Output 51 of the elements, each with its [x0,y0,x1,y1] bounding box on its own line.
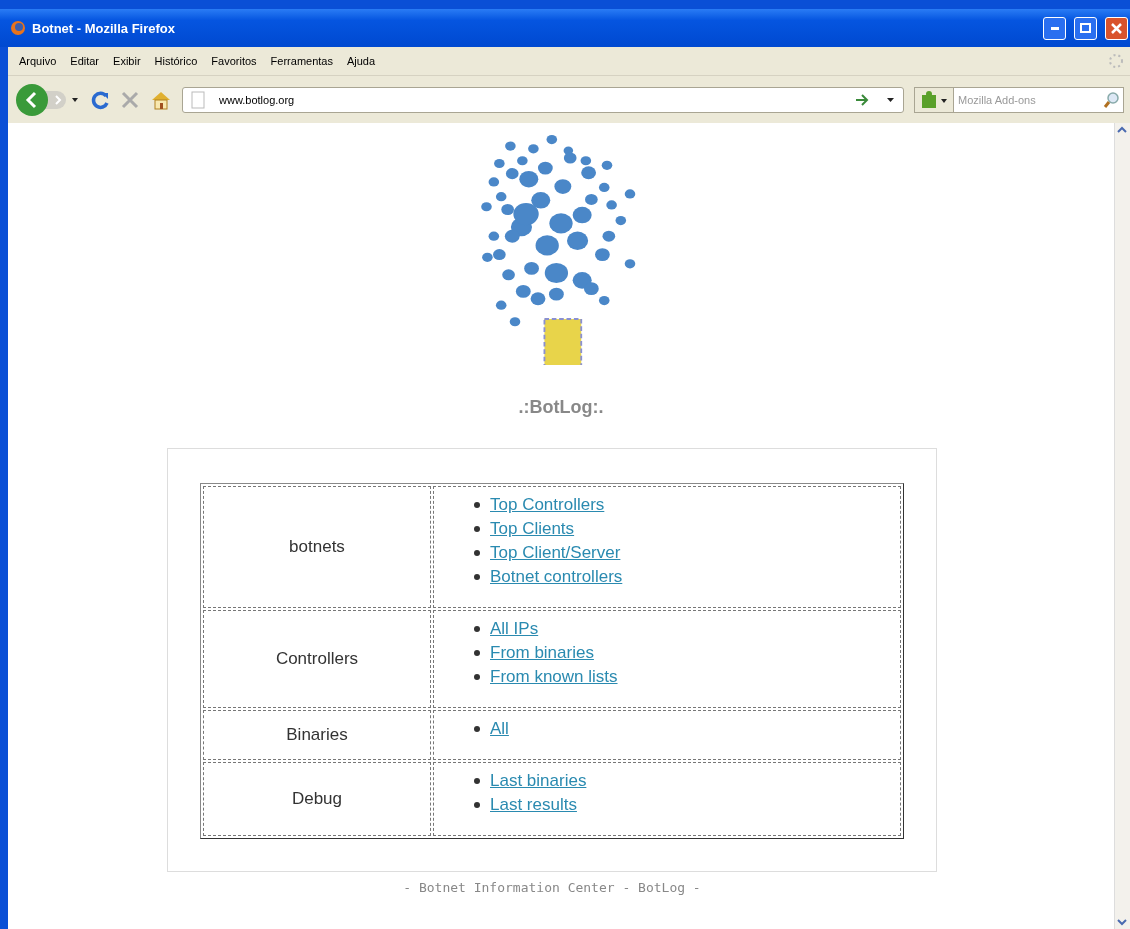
menu-item[interactable]: Ajuda [339,55,383,67]
search-field[interactable]: Mozilla Add-ons [954,86,1124,113]
bullet-icon [474,802,480,808]
bullet-icon [474,526,480,532]
table-cell: botnets [203,486,431,608]
home-icon[interactable] [150,89,172,110]
footer-text: - Botnet Information Center - BotLog - [403,880,701,895]
page-link[interactable]: Last results [490,793,577,817]
page-link[interactable]: All [490,717,509,741]
page-link[interactable]: Top Controllers [490,493,605,517]
dropdown-icon[interactable] [887,96,895,103]
go-arrow-icon[interactable] [855,93,869,106]
bullet-icon [474,626,480,632]
bullet-icon [474,778,480,784]
bullet-icon [474,550,480,556]
site-heading: .:BotLog:. [518,397,604,418]
minimize-icon [1050,26,1059,30]
menu-item[interactable]: Favoritos [204,55,264,67]
window-title: Botnet - Mozilla Firefox [32,20,176,36]
menu-item[interactable]: Histórico [147,55,205,67]
throbber-icon [1108,53,1124,69]
bullet-icon [474,650,480,656]
page-link[interactable]: Top Clients [490,517,575,541]
browser-icon [10,20,26,36]
page-link[interactable]: Top Client/Server [490,541,621,565]
bullet-icon [474,574,480,580]
minimize-button[interactable] [1043,16,1066,40]
search-engine-button[interactable] [914,86,954,113]
back-forward-icon[interactable] [14,81,80,118]
close-icon [1111,22,1122,34]
page-link[interactable]: All IPs [490,617,539,641]
table-cell: Controllers [203,610,431,708]
close-button[interactable] [1105,16,1128,40]
page-link[interactable]: Botnet controllers [490,565,623,589]
reload-icon[interactable] [90,89,110,110]
address-bar[interactable]: www.botlog.org [182,86,904,113]
menu-item[interactable]: Arquivo [12,55,64,67]
maximize-icon [1080,23,1091,33]
table-cell: Debug [203,762,431,836]
table-cell: Binaries [203,710,431,760]
page-link[interactable]: From binaries [490,641,594,665]
search-icon[interactable] [1103,90,1121,109]
menu-item[interactable]: Ferramentas [263,55,340,67]
page-link[interactable]: Last binaries [490,769,587,793]
page-link[interactable]: From known lists [490,665,618,689]
bullet-icon [474,726,480,732]
bullet-icon [474,674,480,680]
bullet-icon [474,502,480,508]
maximize-button[interactable] [1074,16,1097,40]
menu-item[interactable]: Exibir [106,55,148,67]
menu-item[interactable]: Editar [63,55,107,67]
